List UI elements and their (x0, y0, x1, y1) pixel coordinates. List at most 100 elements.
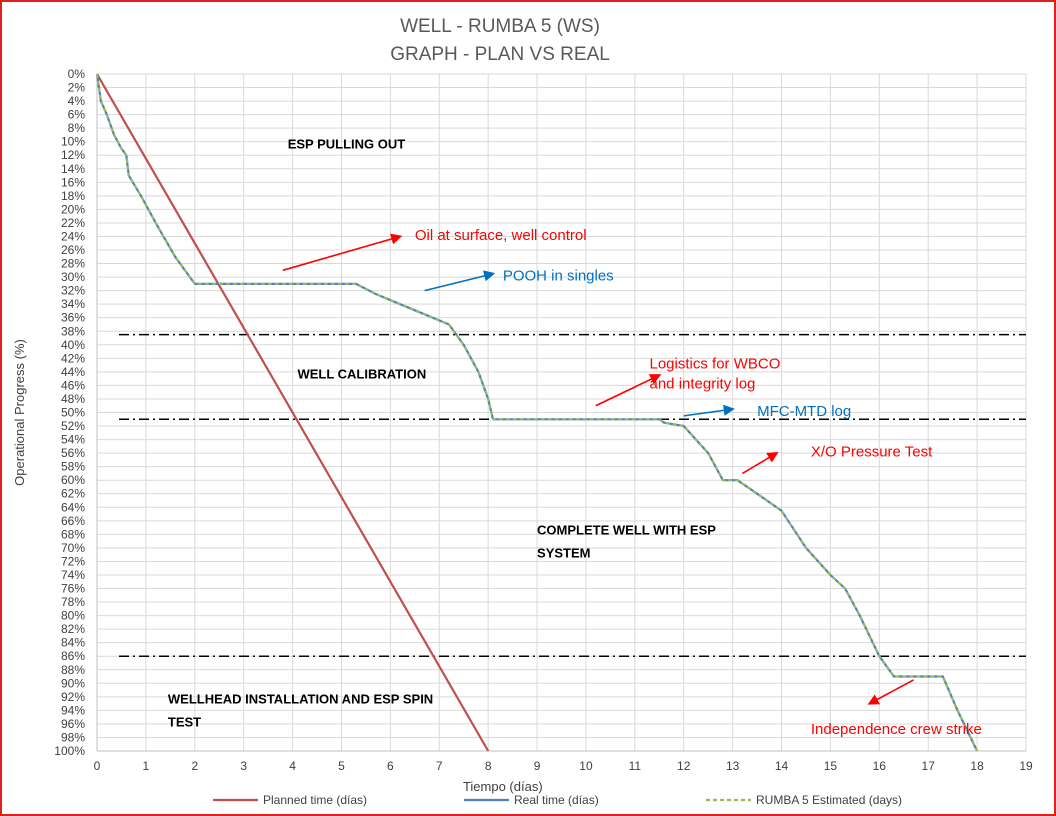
legend-label: Real time (días) (514, 793, 599, 807)
phase-labels: ESP PULLING OUT WELL CALIBRATION COMPLETE … (168, 136, 716, 729)
annotation-text: POOH in singles (503, 267, 614, 284)
chart-title: WELL - RUMBA 5 (WS) GRAPH - PLAN VS REAL (390, 16, 610, 65)
annotation-text: MFC-MTD log (757, 403, 851, 420)
y-tick-label: 98% (61, 730, 85, 744)
y-tick-label: 14% (61, 162, 85, 176)
y-tick-label: 26% (61, 243, 85, 257)
annotation-text: Independence crew strike (811, 721, 982, 738)
y-tick-label: 54% (61, 433, 85, 447)
y-tick-label: 58% (61, 460, 85, 474)
y-tick-label: 34% (61, 297, 85, 311)
x-tick-label: 16 (873, 759, 887, 773)
x-tick-label: 2 (191, 759, 198, 773)
y-tick-label: 74% (61, 568, 85, 582)
x-tick-label: 15 (824, 759, 838, 773)
y-tick-label: 36% (61, 311, 85, 325)
y-tick-label: 96% (61, 717, 85, 731)
y-tick-label: 56% (61, 446, 85, 460)
phase-label: WELL CALIBRATION (297, 367, 426, 382)
y-tick-label: 84% (61, 636, 85, 650)
y-tick-label: 8% (68, 121, 86, 135)
y-tick-label: 66% (61, 514, 85, 528)
y-tick-label: 22% (61, 216, 85, 230)
y-tick-label: 4% (68, 94, 86, 108)
y-tick-label: 24% (61, 229, 85, 243)
annotation-arrow (424, 270, 496, 292)
y-tick-label: 10% (61, 135, 85, 149)
legend-label: Planned time (días) (263, 793, 367, 807)
x-tick-label: 9 (534, 759, 541, 773)
y-tick-label: 78% (61, 595, 85, 609)
y-tick-label: 70% (61, 541, 85, 555)
annotation-text: and integrity log (650, 375, 756, 392)
annotation-text: Logistics for WBCO (650, 355, 781, 372)
x-tick-label: 7 (436, 759, 443, 773)
title-line-1: WELL - RUMBA 5 (WS) (400, 16, 600, 37)
y-tick-label: 44% (61, 365, 85, 379)
y-tick-label: 38% (61, 324, 85, 338)
x-tick-label: 13 (726, 759, 740, 773)
y-tick-label: 42% (61, 351, 85, 365)
y-tick-label: 48% (61, 392, 85, 406)
y-tick-label: 80% (61, 609, 85, 623)
x-tick-label: 19 (1019, 759, 1033, 773)
annotation-text: Oil at surface, well control (415, 227, 587, 244)
phase-label: WELLHEAD INSTALLATION AND ESP SPIN (168, 692, 433, 707)
y-tick-label: 50% (61, 406, 85, 420)
phase-label: SYSTEM (537, 545, 590, 560)
y-tick-label: 92% (61, 690, 85, 704)
x-axis-label: Tiempo (días) (463, 779, 543, 794)
grid (96, 73, 1027, 752)
x-tick-label: 8 (485, 759, 492, 773)
legend-label: RUMBA 5 Estimated (days) (756, 793, 902, 807)
phase-label: TEST (168, 715, 201, 730)
y-tick-label: 30% (61, 270, 85, 284)
x-tick-label: 3 (240, 759, 247, 773)
plan-vs-real-chart: WELL - RUMBA 5 (WS)GRAPH - PLAN VS REAL … (12, 16, 1033, 807)
y-tick-label: 20% (61, 202, 85, 216)
x-tick-label: 14 (775, 759, 789, 773)
y-tick-label: 72% (61, 554, 85, 568)
x-tick-label: 6 (387, 759, 394, 773)
y-tick-label: 90% (61, 676, 85, 690)
y-tick-label: 88% (61, 663, 85, 677)
title-line-2: GRAPH - PLAN VS REAL (390, 44, 610, 65)
y-tick-label: 0% (68, 67, 86, 81)
x-tick-label: 10 (579, 759, 593, 773)
y-tick-label: 86% (61, 649, 85, 663)
axes: 0%2%4%6%8%10%12%14%16%18%20%22%24%26%28%… (12, 67, 1033, 794)
x-tick-label: 12 (677, 759, 691, 773)
y-tick-label: 94% (61, 703, 85, 717)
annotations: Oil at surface, well control POOH in sing… (282, 227, 982, 738)
y-tick-label: 46% (61, 378, 85, 392)
phase-label: COMPLETE WELL WITH ESP (537, 522, 716, 537)
y-tick-label: 6% (68, 108, 86, 122)
annotation-arrow (742, 451, 779, 475)
annotation-text: X/O Pressure Test (811, 444, 933, 461)
y-tick-label: 60% (61, 473, 85, 487)
y-tick-label: 64% (61, 500, 85, 514)
y-tick-label: 32% (61, 284, 85, 298)
y-tick-label: 40% (61, 338, 85, 352)
y-tick-label: 62% (61, 487, 85, 501)
y-tick-label: 52% (61, 419, 85, 433)
y-tick-label: 18% (61, 189, 85, 203)
x-tick-label: 0 (94, 759, 101, 773)
y-tick-label: 100% (54, 744, 85, 758)
x-tick-label: 17 (922, 759, 936, 773)
y-tick-label: 28% (61, 257, 85, 271)
x-tick-label: 18 (970, 759, 984, 773)
x-tick-label: 4 (289, 759, 296, 773)
x-tick-label: 11 (629, 759, 642, 773)
y-axis-label: Operational Progress (%) (12, 339, 27, 486)
phase-label: ESP PULLING OUT (288, 136, 406, 151)
y-tick-label: 2% (68, 81, 86, 95)
legend: Planned time (días) Real time (días) RUMBA… (213, 793, 902, 807)
y-tick-label: 16% (61, 175, 85, 189)
y-tick-label: 82% (61, 622, 85, 636)
phase-separators (119, 333, 1026, 657)
y-tick-label: 12% (61, 148, 85, 162)
x-tick-label: 5 (338, 759, 345, 773)
y-tick-label: 68% (61, 527, 85, 541)
x-tick-label: 1 (143, 759, 150, 773)
